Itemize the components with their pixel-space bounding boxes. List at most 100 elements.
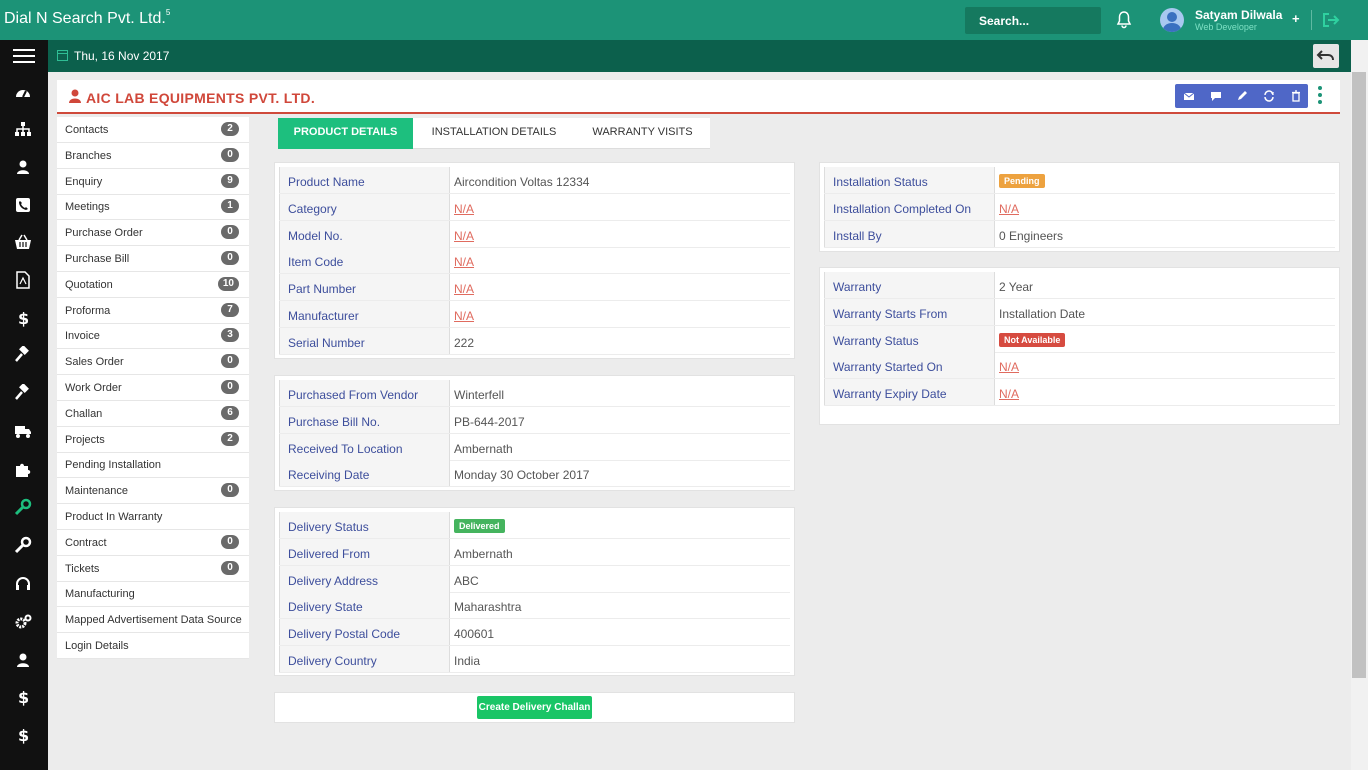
bell-icon[interactable]: [1116, 11, 1132, 29]
detail-value: Maharashtra: [454, 600, 522, 615]
dollar-icon[interactable]: $: [14, 726, 32, 744]
detail-row: Receiving Date Monday 30 October 2017: [279, 460, 790, 488]
warranty-panel: Warranty 2 Year Warranty Starts From Instal…: [819, 267, 1340, 425]
detail-label: Warranty Starts From: [824, 298, 995, 325]
detail-value: 222: [454, 335, 475, 350]
tab-product-details[interactable]: PRODUCT DETAILS: [278, 118, 413, 149]
sidebar-item[interactable]: Contract 0: [57, 530, 249, 556]
avatar[interactable]: [1160, 8, 1184, 32]
pdf-icon[interactable]: [14, 271, 32, 289]
detail-label: Installation Status: [824, 167, 995, 193]
sidebar-item[interactable]: Manufacturing: [57, 581, 249, 608]
menu-toggle-button[interactable]: [0, 40, 48, 72]
scrollbar-thumb[interactable]: [1352, 72, 1366, 678]
count-badge: 0: [221, 251, 239, 265]
detail-label: Product Name: [279, 167, 450, 193]
count-badge: 2: [221, 122, 239, 136]
sidebar-item[interactable]: Meetings 1: [57, 194, 249, 221]
puzzle-icon[interactable]: [14, 460, 32, 478]
search-input[interactable]: Search...: [965, 7, 1101, 34]
product-panel: Product Name Aircondition Voltas 12334 Cat…: [274, 162, 795, 359]
count-badge: 3: [221, 328, 239, 343]
sub-bar: [48, 40, 1351, 72]
detail-label: Delivery Country: [279, 646, 450, 672]
sidebar-item-label: Maintenance: [65, 485, 128, 498]
cogs-icon[interactable]: [14, 613, 32, 631]
user-icon[interactable]: [14, 651, 32, 669]
sidebar-item[interactable]: Work Order 0: [57, 375, 249, 401]
sidebar-item[interactable]: Purchase Bill 0: [57, 246, 249, 272]
sidebar-item[interactable]: Challan 6: [57, 401, 249, 427]
detail-value-link[interactable]: N/A: [454, 282, 474, 296]
phone-icon[interactable]: [14, 196, 32, 214]
hamburger-line: [13, 49, 35, 51]
detail-value: Ambernath: [454, 441, 513, 456]
wrench-icon[interactable]: [14, 498, 32, 516]
sidebar-item[interactable]: Login Details: [57, 633, 249, 659]
tab-installation-details[interactable]: INSTALLATION DETAILS: [413, 118, 575, 149]
detail-row: Part Number N/A: [279, 274, 790, 302]
edit-icon[interactable]: [1235, 89, 1249, 103]
headset-icon[interactable]: [14, 575, 32, 593]
dashboard-icon[interactable]: [14, 83, 32, 101]
detail-value-link[interactable]: N/A: [454, 202, 474, 216]
sidebar-item[interactable]: Invoice 3: [57, 323, 249, 350]
gavel-icon[interactable]: [14, 346, 32, 364]
sitemap-icon[interactable]: [14, 120, 32, 138]
detail-value-link[interactable]: N/A: [999, 360, 1019, 374]
wrench-icon[interactable]: [14, 536, 32, 554]
sidebar-item-label: Quotation: [65, 278, 113, 291]
sidebar-item[interactable]: Mapped Advertisement Data Source: [57, 607, 249, 634]
truck-icon[interactable]: [14, 422, 32, 440]
sidebar-item[interactable]: Pending Installation: [57, 452, 249, 479]
comment-icon[interactable]: [1209, 89, 1223, 103]
back-button[interactable]: [1313, 44, 1339, 68]
basket-icon[interactable]: [14, 233, 32, 251]
sidebar-item-label: Product In Warranty: [65, 511, 163, 523]
detail-label: Serial Number: [279, 327, 450, 354]
sidebar-item[interactable]: Proforma 7: [57, 298, 249, 324]
sidebar-item[interactable]: Maintenance 0: [57, 478, 249, 505]
detail-row: Delivery Postal Code 400601: [279, 619, 790, 647]
detail-value-link[interactable]: N/A: [454, 229, 474, 243]
sidebar-item[interactable]: Projects 2: [57, 427, 249, 453]
user-icon[interactable]: [14, 158, 32, 176]
detail-row: Serial Number 222: [279, 327, 790, 355]
refresh-icon[interactable]: [1262, 89, 1276, 103]
sidebar-item[interactable]: Quotation 10: [57, 272, 249, 298]
sidebar-item-label: Login Details: [65, 640, 129, 652]
tab-bar: PRODUCT DETAILS INSTALLATION DETAILS WAR…: [278, 118, 710, 149]
dollar-icon[interactable]: $: [14, 309, 32, 327]
create-delivery-challan-button[interactable]: Create Delivery Challan: [477, 696, 592, 719]
logout-icon[interactable]: [1322, 12, 1340, 28]
detail-value-link[interactable]: N/A: [999, 202, 1019, 216]
sidebar-item[interactable]: Branches 0: [57, 143, 249, 169]
tab-warranty-visits[interactable]: WARRANTY VISITS: [575, 118, 710, 149]
sidebar-item[interactable]: Tickets 0: [57, 556, 249, 582]
detail-label: Delivery State: [279, 592, 450, 619]
sidebar-item[interactable]: Purchase Order 0: [57, 220, 249, 247]
plus-icon[interactable]: +: [1292, 11, 1300, 26]
dollar-icon[interactable]: $: [14, 688, 32, 706]
detail-value: Installation Date: [999, 306, 1086, 321]
detail-label: Delivered From: [279, 538, 450, 565]
detail-value: PB-644-2017: [454, 414, 525, 429]
divider: [1311, 10, 1312, 30]
trash-icon[interactable]: [1289, 89, 1303, 103]
app-title-superscript: 5: [165, 8, 171, 17]
user-name[interactable]: Satyam Dilwala: [1195, 8, 1282, 22]
count-badge: 0: [221, 354, 239, 369]
detail-value-link[interactable]: N/A: [999, 387, 1019, 401]
more-options-icon[interactable]: [1317, 86, 1323, 104]
detail-label: Model No.: [279, 220, 450, 247]
detail-value-link[interactable]: N/A: [454, 255, 474, 269]
sidebar-item-label: Enquiry: [65, 175, 103, 188]
sidebar-item[interactable]: Sales Order 0: [57, 349, 249, 376]
sidebar-item[interactable]: Enquiry 9: [57, 169, 249, 195]
app-title[interactable]: Dial N Search Pvt. Ltd.5: [4, 8, 171, 28]
mail-icon[interactable]: [1182, 89, 1196, 103]
sidebar-item[interactable]: Contacts 2: [57, 117, 249, 143]
sidebar-item[interactable]: Product In Warranty: [57, 504, 249, 530]
gavel-icon[interactable]: [14, 384, 32, 402]
detail-value-link[interactable]: N/A: [454, 309, 474, 323]
